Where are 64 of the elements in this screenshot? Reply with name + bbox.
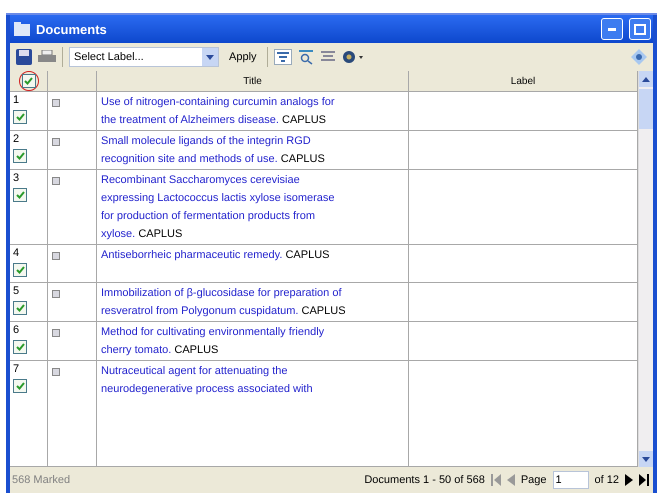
document-title[interactable]: Recombinant Saccharomyces cerevisiae expressing Lactococcus lactis xylose isomerase for production of fermentation products from xylose. CAPLUS <box>101 171 349 243</box>
row-number: 1 <box>13 94 20 106</box>
minimize-icon <box>608 28 616 30</box>
previous-page-icon[interactable] <box>506 474 515 486</box>
apply-button[interactable]: Apply <box>225 51 261 63</box>
folder-icon <box>14 22 30 36</box>
down-arrow-icon[interactable] <box>642 456 650 462</box>
window-title: Documents <box>36 22 108 36</box>
document-title[interactable]: Antiseborrheic pharmaceutic remedy. CAPLUS <box>101 246 349 264</box>
last-page-icon[interactable] <box>639 474 649 486</box>
document-title[interactable]: Nutraceutical agent for attenuating the neurodegenerative process associated with <box>101 362 349 398</box>
scrollbar[interactable] <box>638 71 653 467</box>
table-row[interactable]: 3 Recombinant Saccharomyces cerevisiae expressing Lactococcus lactis xylose isomerase for production of fermentation products from xylose. CAPLUS <box>10 170 638 245</box>
document-icon[interactable] <box>52 177 60 185</box>
filter-icon[interactable] <box>274 49 292 65</box>
row-number: 7 <box>13 363 20 375</box>
document-title[interactable]: Small molecule ligands of the integrin RGD recognition site and methods of use. CAPLUS <box>101 132 349 168</box>
document-icon[interactable] <box>52 99 60 107</box>
row-number: 6 <box>13 324 20 336</box>
minimize-button[interactable] <box>601 18 623 40</box>
help-icon[interactable] <box>631 49 647 65</box>
document-icon[interactable] <box>52 368 60 376</box>
document-range: Documents 1 - 50 of 568 <box>364 474 485 486</box>
document-icon[interactable] <box>52 138 60 146</box>
row-number: 4 <box>13 247 20 259</box>
table-row[interactable]: 1 Use of nitrogen-containing curcumin analogs for the treatment of Alzheimers disease. CAPLUS <box>10 92 638 131</box>
row-number: 2 <box>13 133 20 145</box>
document-icon[interactable] <box>52 252 60 260</box>
row-checkbox[interactable] <box>13 340 27 354</box>
document-title[interactable]: Immobilization of β-glucosidase for preparation of resveratrol from Polygonum cuspidatum. CAPLUS <box>101 284 349 320</box>
table-row[interactable]: 2 Small molecule ligands of the integrin RGD recognition site and methods of use. CAPLUS <box>10 131 638 170</box>
scroll-thumb[interactable] <box>639 89 653 129</box>
first-page-icon[interactable] <box>490 474 501 486</box>
maximize-button[interactable] <box>629 18 651 40</box>
document-icon[interactable] <box>52 329 60 337</box>
row-checkbox[interactable] <box>13 379 27 393</box>
page-field[interactable]: 1 <box>552 471 589 489</box>
page-label: Page <box>520 474 547 486</box>
column-header[interactable]: Title <box>97 71 409 91</box>
table-row[interactable]: 6 Method for cultivating environmentally friendly cherry tomato. CAPLUS <box>10 322 638 361</box>
row-checkbox[interactable] <box>13 110 27 124</box>
up-arrow-icon[interactable] <box>642 76 650 82</box>
maximize-icon <box>634 24 646 34</box>
marked-count: 568 Marked <box>12 474 72 486</box>
search-icon[interactable] <box>298 49 314 65</box>
document-title[interactable]: Use of nitrogen-containing curcumin analogs for the treatment of Alzheimers disease. CAPLUS <box>101 93 349 129</box>
row-number: 3 <box>13 172 20 184</box>
save-icon[interactable] <box>16 49 32 65</box>
table-row[interactable]: 5 Immobilization of β-glucosidase for preparation of resveratrol from Polygonum cuspidatum. CAPLUS <box>10 283 638 322</box>
row-checkbox[interactable] <box>13 263 27 277</box>
page-total: of 12 <box>594 474 619 486</box>
print-icon[interactable] <box>38 50 56 64</box>
next-page-icon[interactable] <box>625 474 633 486</box>
table-row[interactable]: 4 Antiseborrheic pharmaceutic remedy. CAPLUS <box>10 245 638 283</box>
options-icon[interactable] <box>342 49 364 65</box>
row-number: 5 <box>13 285 20 297</box>
label-select[interactable]: Select Label... <box>69 47 219 67</box>
row-checkbox[interactable] <box>13 301 27 315</box>
caret-icon <box>206 54 214 60</box>
column-header[interactable]: Label <box>409 71 638 91</box>
document-title[interactable]: Method for cultivating environmentally friendly cherry tomato. CAPLUS <box>101 323 349 359</box>
row-checkbox[interactable] <box>13 149 27 163</box>
document-icon[interactable] <box>52 290 60 298</box>
row-checkbox[interactable] <box>13 188 27 202</box>
